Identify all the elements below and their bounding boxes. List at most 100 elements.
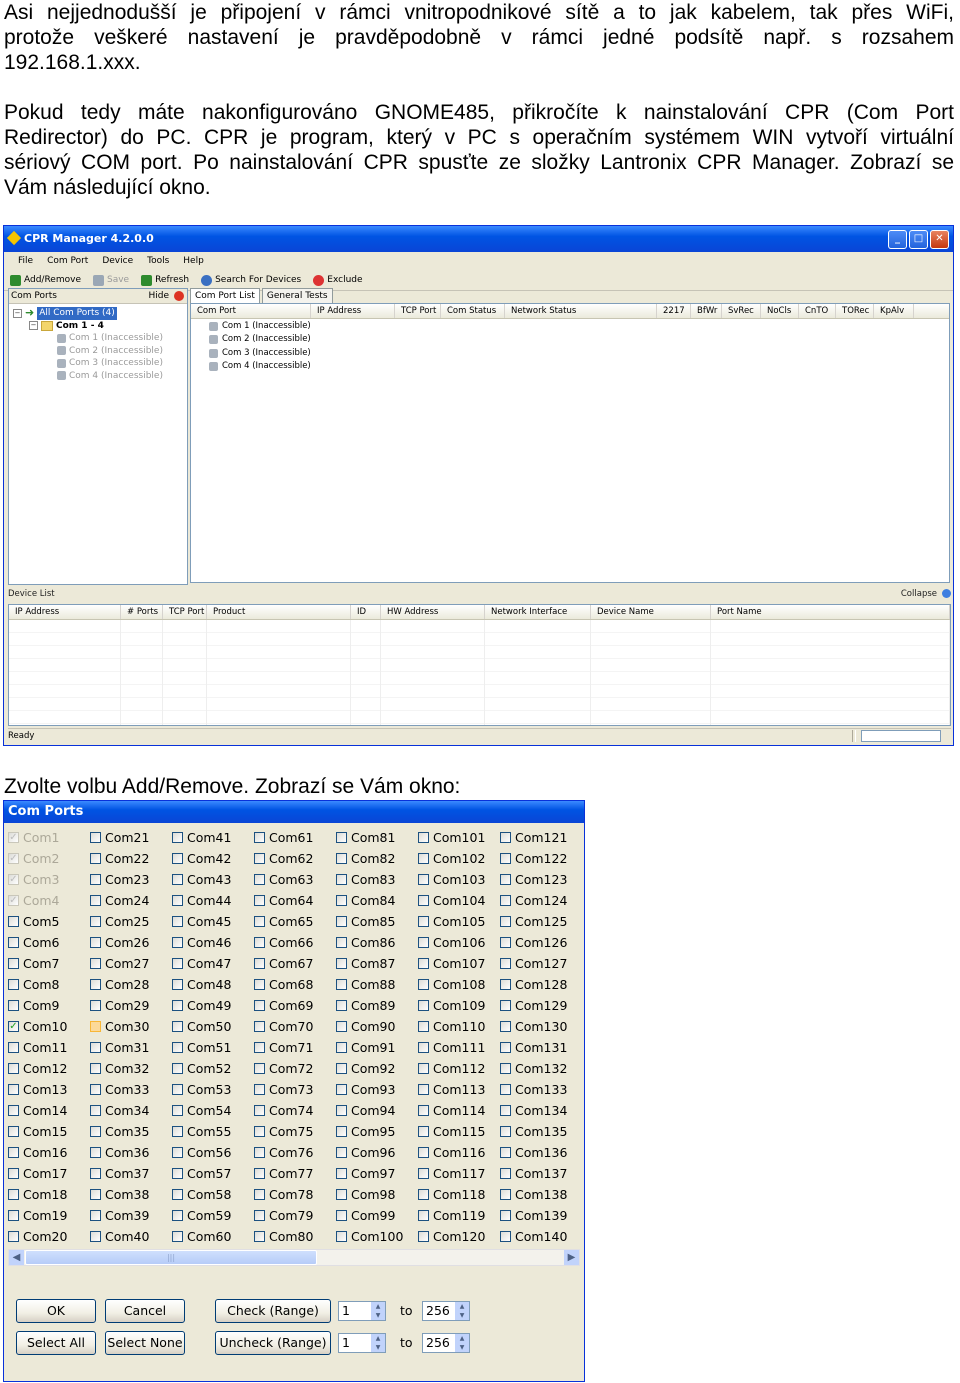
tab-com-port-list[interactable]: Com Port List bbox=[190, 288, 260, 303]
com-port-checkbox[interactable]: Com91 bbox=[336, 1037, 418, 1058]
com-port-checkbox[interactable]: Com105 bbox=[418, 911, 500, 932]
checkbox-icon[interactable] bbox=[254, 1021, 265, 1032]
tree-node-com[interactable]: Com 3 (Inaccessible) bbox=[9, 357, 187, 370]
checkbox-icon[interactable] bbox=[172, 1000, 183, 1011]
column-header[interactable]: SvRec bbox=[722, 304, 761, 318]
com-port-checkbox[interactable]: Com48 bbox=[172, 974, 254, 995]
checkbox-icon[interactable] bbox=[418, 832, 429, 843]
checkbox-icon[interactable] bbox=[8, 916, 19, 927]
com-port-checkbox[interactable]: Com11 bbox=[8, 1037, 90, 1058]
checkbox-icon[interactable] bbox=[418, 1021, 429, 1032]
com-port-checkbox[interactable]: Com110 bbox=[418, 1016, 500, 1037]
checkbox-icon[interactable] bbox=[254, 853, 265, 864]
checkbox-icon[interactable] bbox=[172, 979, 183, 990]
com-port-checkbox[interactable]: Com47 bbox=[172, 953, 254, 974]
horizontal-scrollbar[interactable]: ◀ ||| ▶ bbox=[8, 1249, 580, 1266]
checkbox-icon[interactable] bbox=[90, 1189, 101, 1200]
com-port-checkbox[interactable]: Com93 bbox=[336, 1079, 418, 1100]
com-port-checkbox[interactable]: Com14 bbox=[8, 1100, 90, 1121]
checkbox-icon[interactable] bbox=[336, 1147, 347, 1158]
checkbox-icon[interactable] bbox=[8, 1105, 19, 1116]
checkbox-icon[interactable] bbox=[254, 979, 265, 990]
checkbox-icon[interactable] bbox=[8, 1042, 19, 1053]
com-port-checkbox[interactable]: Com45 bbox=[172, 911, 254, 932]
checkbox-icon[interactable] bbox=[254, 832, 265, 843]
com-port-checkbox[interactable]: Com76 bbox=[254, 1142, 336, 1163]
column-header[interactable]: CnTO bbox=[799, 304, 836, 318]
com-port-checkbox[interactable]: Com116 bbox=[418, 1142, 500, 1163]
collapse-icon[interactable]: − bbox=[29, 321, 38, 331]
com-port-checkbox[interactable]: Com36 bbox=[90, 1142, 172, 1163]
table-row[interactable]: Com 1 (Inaccessible) bbox=[209, 320, 949, 333]
checkbox-icon[interactable] bbox=[336, 1105, 347, 1116]
checkbox-icon[interactable] bbox=[336, 1210, 347, 1221]
com-port-checkbox[interactable]: Com28 bbox=[90, 974, 172, 995]
com-port-checkbox[interactable]: Com12 bbox=[8, 1058, 90, 1079]
com-port-checkbox[interactable]: Com122 bbox=[500, 848, 582, 869]
com-port-checkbox[interactable]: Com101 bbox=[418, 827, 500, 848]
scroll-right-icon[interactable]: ▶ bbox=[564, 1250, 579, 1265]
com-port-checkbox[interactable]: Com134 bbox=[500, 1100, 582, 1121]
checkbox-icon[interactable] bbox=[8, 1084, 19, 1095]
checkbox-icon[interactable] bbox=[500, 958, 511, 969]
checkbox-icon[interactable] bbox=[500, 1105, 511, 1116]
exclude-button[interactable]: Exclude bbox=[313, 270, 363, 290]
com-port-checkbox[interactable]: Com89 bbox=[336, 995, 418, 1016]
tree-node-group[interactable]: − Com 1 - 4 bbox=[9, 320, 187, 333]
com-port-checkbox[interactable]: Com129 bbox=[500, 995, 582, 1016]
checkbox-icon[interactable] bbox=[254, 937, 265, 948]
menu-com-port[interactable]: Com Port bbox=[47, 252, 88, 270]
com-port-checkbox[interactable]: Com70 bbox=[254, 1016, 336, 1037]
com-port-checkbox[interactable]: ✓ Com1 bbox=[8, 827, 90, 848]
add-remove-button[interactable]: Add/Remove bbox=[10, 270, 81, 290]
checkbox-icon[interactable] bbox=[254, 895, 265, 906]
checkbox-icon[interactable] bbox=[90, 1021, 101, 1032]
com-port-checkbox[interactable]: Com68 bbox=[254, 974, 336, 995]
checkbox-icon[interactable] bbox=[90, 916, 101, 927]
menu-device[interactable]: Device bbox=[102, 252, 133, 270]
com-port-checkbox[interactable]: Com56 bbox=[172, 1142, 254, 1163]
com-port-checkbox[interactable]: Com49 bbox=[172, 995, 254, 1016]
com-port-checkbox[interactable]: Com90 bbox=[336, 1016, 418, 1037]
hide-icon[interactable] bbox=[174, 291, 184, 301]
com-port-checkbox[interactable]: Com83 bbox=[336, 869, 418, 890]
close-icon[interactable]: ✕ bbox=[930, 230, 949, 249]
column-header[interactable]: KpAlv bbox=[874, 304, 914, 318]
checkbox-icon[interactable] bbox=[336, 1231, 347, 1242]
com-port-checkbox[interactable]: Com23 bbox=[90, 869, 172, 890]
checkbox-icon[interactable] bbox=[254, 1063, 265, 1074]
checkbox-icon[interactable] bbox=[500, 916, 511, 927]
checkbox-icon[interactable] bbox=[8, 979, 19, 990]
checkbox-icon[interactable] bbox=[254, 1105, 265, 1116]
checkbox-icon[interactable] bbox=[8, 1168, 19, 1179]
com-port-checkbox[interactable]: Com25 bbox=[90, 911, 172, 932]
com-port-checkbox[interactable]: Com125 bbox=[500, 911, 582, 932]
com-port-checkbox[interactable]: Com20 bbox=[8, 1226, 90, 1247]
com-port-checkbox[interactable]: Com87 bbox=[336, 953, 418, 974]
checkbox-icon[interactable] bbox=[418, 1084, 429, 1095]
column-header[interactable]: BfWr bbox=[691, 304, 722, 318]
checkbox-icon[interactable] bbox=[336, 1189, 347, 1200]
checkbox-icon[interactable] bbox=[336, 895, 347, 906]
table-row[interactable]: Com 4 (Inaccessible) bbox=[209, 360, 949, 373]
checkbox-icon[interactable] bbox=[90, 1231, 101, 1242]
checkbox-icon[interactable] bbox=[418, 958, 429, 969]
checkbox-icon[interactable] bbox=[8, 958, 19, 969]
com-port-checkbox[interactable]: Com29 bbox=[90, 995, 172, 1016]
com-port-checkbox[interactable]: Com121 bbox=[500, 827, 582, 848]
checkbox-icon[interactable] bbox=[418, 1210, 429, 1221]
com-port-checkbox[interactable]: Com135 bbox=[500, 1121, 582, 1142]
com-port-checkbox[interactable]: Com79 bbox=[254, 1205, 336, 1226]
com-port-checkbox[interactable]: Com71 bbox=[254, 1037, 336, 1058]
spin-arrows-icon[interactable]: ▲ ▼ bbox=[371, 1302, 385, 1320]
checkbox-icon[interactable] bbox=[90, 1063, 101, 1074]
tree-node-all[interactable]: − ➜ All Com Ports (4) bbox=[9, 306, 187, 320]
checkbox-icon[interactable] bbox=[8, 1063, 19, 1074]
com-port-checkbox[interactable]: ✓ Com10 bbox=[8, 1016, 90, 1037]
com-port-checkbox[interactable]: Com37 bbox=[90, 1163, 172, 1184]
checkbox-icon[interactable] bbox=[172, 895, 183, 906]
collapse-button[interactable]: Collapse bbox=[901, 588, 937, 600]
checkbox-icon[interactable] bbox=[172, 1084, 183, 1095]
checkbox-icon[interactable]: ✓ bbox=[8, 853, 19, 864]
com-port-checkbox[interactable]: Com80 bbox=[254, 1226, 336, 1247]
